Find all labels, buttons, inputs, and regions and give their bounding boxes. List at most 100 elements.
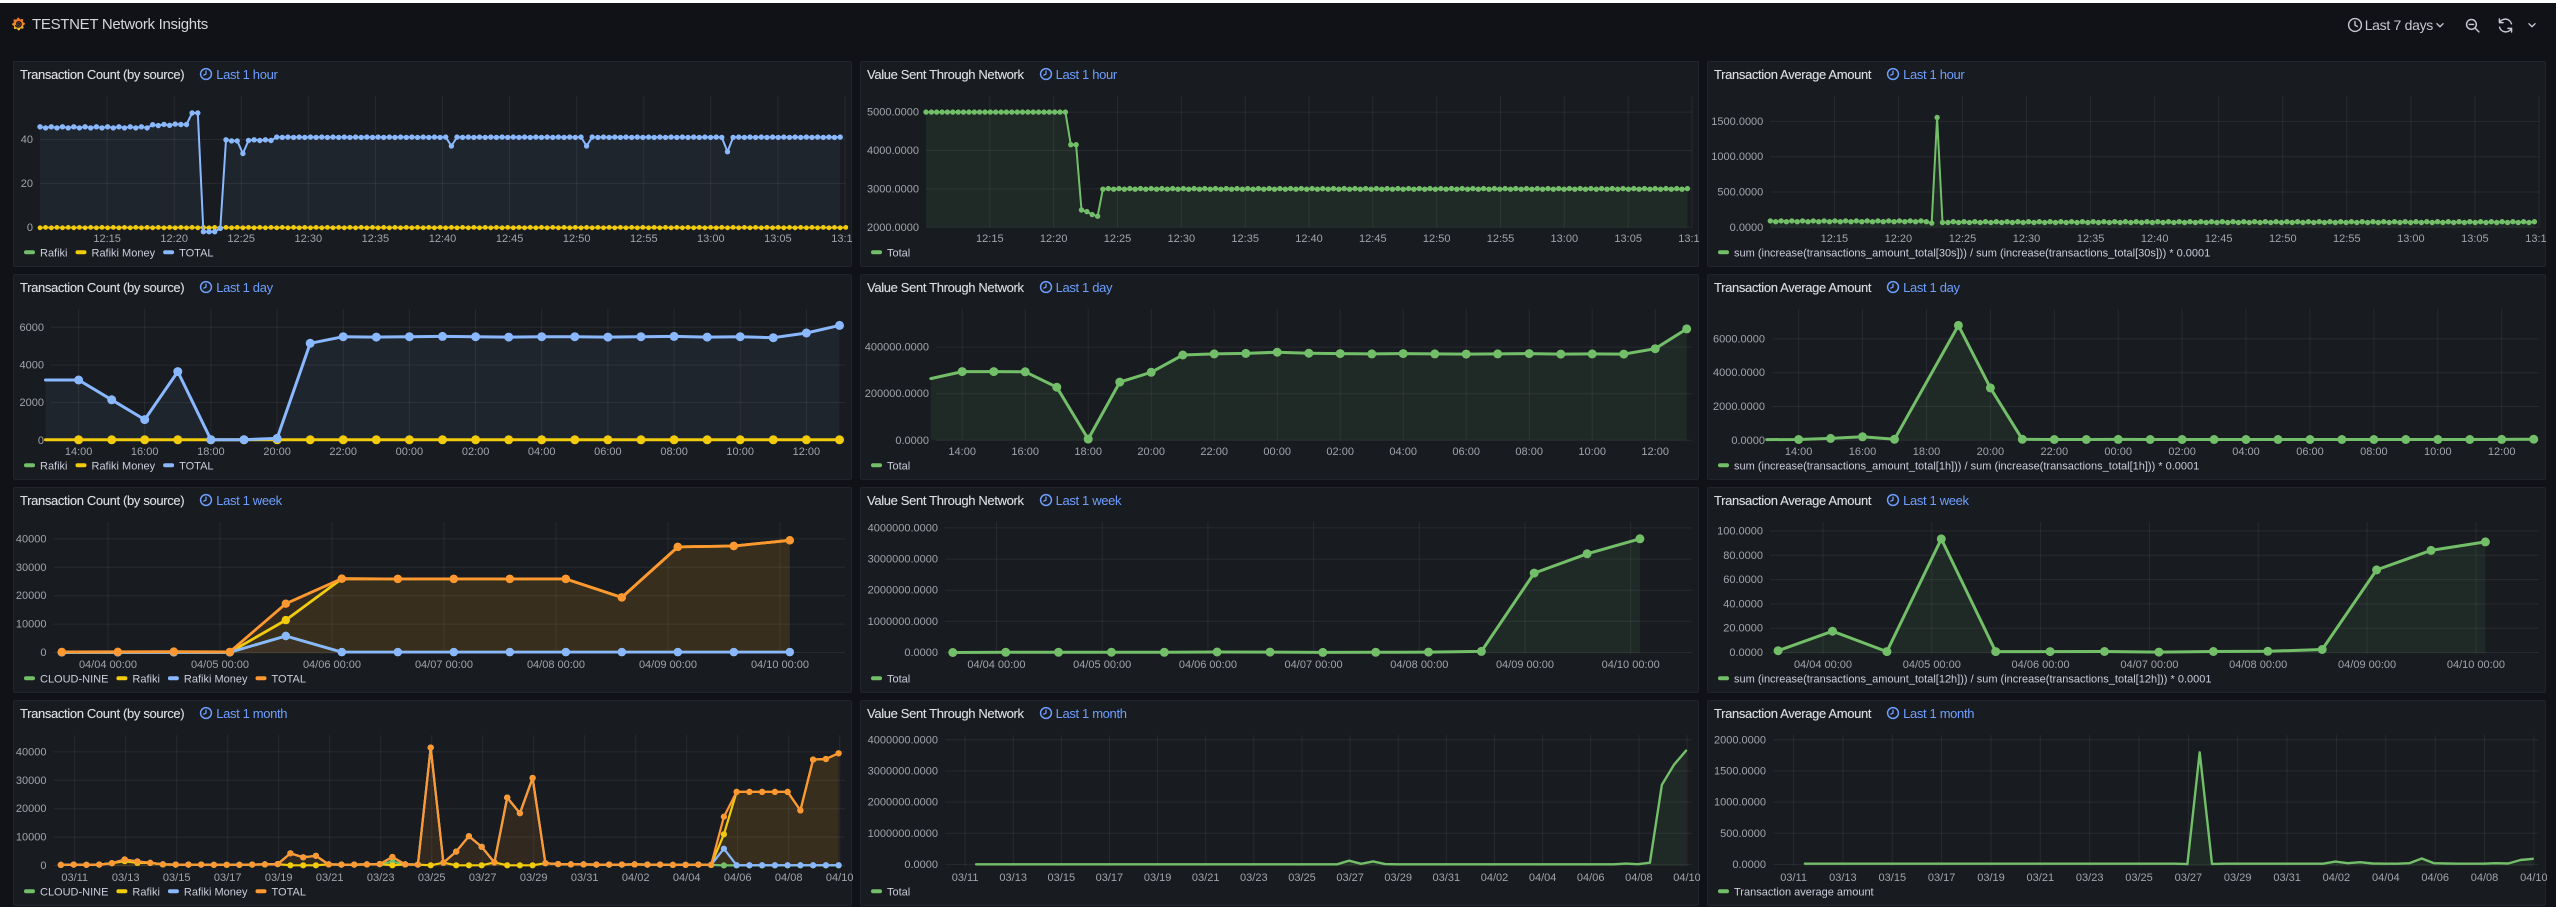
svg-text:14:00: 14:00 — [1785, 446, 1813, 458]
svg-text:08:00: 08:00 — [1515, 446, 1543, 458]
svg-text:03/15: 03/15 — [1879, 872, 1907, 884]
svg-text:12:25: 12:25 — [1949, 233, 1977, 245]
svg-text:0.0000: 0.0000 — [1732, 859, 1766, 871]
svg-text:04:00: 04:00 — [528, 446, 556, 458]
svg-text:3000000.0000: 3000000.0000 — [868, 766, 938, 778]
svg-text:03/15: 03/15 — [163, 872, 191, 884]
svg-text:Rafiki: Rafiki — [132, 673, 160, 685]
svg-text:03/27: 03/27 — [469, 872, 497, 884]
svg-text:2000.0000: 2000.0000 — [1713, 401, 1765, 413]
svg-text:06:00: 06:00 — [594, 446, 622, 458]
svg-text:TOTAL: TOTAL — [179, 247, 213, 259]
svg-text:40.0000: 40.0000 — [1723, 598, 1763, 610]
svg-text:12:45: 12:45 — [496, 233, 524, 245]
svg-text:22:00: 22:00 — [1200, 446, 1228, 458]
svg-text:Rafiki: Rafiki — [40, 247, 68, 259]
svg-text:04/09 00:00: 04/09 00:00 — [639, 659, 697, 671]
svg-text:20:00: 20:00 — [1977, 446, 2005, 458]
svg-text:12:30: 12:30 — [1168, 233, 1196, 245]
svg-text:13:05: 13:05 — [2461, 233, 2489, 245]
svg-text:5000.0000: 5000.0000 — [867, 107, 919, 119]
svg-text:02:00: 02:00 — [462, 446, 490, 458]
svg-text:04/02: 04/02 — [1481, 872, 1509, 884]
svg-text:0.0000: 0.0000 — [895, 435, 929, 447]
svg-text:13:00: 13:00 — [697, 233, 725, 245]
svg-text:06:00: 06:00 — [2296, 446, 2324, 458]
svg-text:20: 20 — [21, 178, 33, 190]
svg-text:03/17: 03/17 — [214, 872, 242, 884]
svg-text:10:00: 10:00 — [1578, 446, 1606, 458]
svg-text:100.0000: 100.0000 — [1717, 526, 1763, 538]
svg-text:Total: Total — [887, 460, 910, 472]
svg-text:12:35: 12:35 — [1231, 233, 1259, 245]
svg-text:12:35: 12:35 — [2077, 233, 2105, 245]
svg-text:13:10: 13:10 — [831, 233, 853, 245]
svg-text:TOTAL: TOTAL — [272, 886, 306, 898]
svg-text:0.0000: 0.0000 — [1729, 647, 1763, 659]
svg-text:Transaction average amount: Transaction average amount — [1734, 886, 1874, 898]
svg-text:3000000.0000: 3000000.0000 — [868, 554, 938, 566]
svg-text:04/06: 04/06 — [724, 872, 752, 884]
svg-text:4000: 4000 — [20, 360, 44, 372]
svg-text:03/19: 03/19 — [1977, 872, 2005, 884]
svg-text:60.0000: 60.0000 — [1723, 574, 1763, 586]
svg-text:04:00: 04:00 — [1389, 446, 1417, 458]
svg-text:12:55: 12:55 — [1487, 233, 1515, 245]
svg-text:03/15: 03/15 — [1048, 872, 1076, 884]
svg-text:04/05 00:00: 04/05 00:00 — [1903, 659, 1961, 671]
svg-text:04/10: 04/10 — [1673, 872, 1700, 884]
svg-text:03/23: 03/23 — [1240, 872, 1268, 884]
svg-text:10000: 10000 — [16, 832, 47, 844]
svg-text:12:25: 12:25 — [1104, 233, 1132, 245]
svg-text:20.0000: 20.0000 — [1723, 623, 1763, 635]
svg-text:12:30: 12:30 — [295, 233, 323, 245]
svg-text:03/17: 03/17 — [1096, 872, 1124, 884]
svg-text:04/07 00:00: 04/07 00:00 — [1285, 659, 1343, 671]
svg-text:500.0000: 500.0000 — [1720, 828, 1766, 840]
svg-text:40000: 40000 — [16, 746, 47, 758]
svg-text:04/04: 04/04 — [1529, 872, 1557, 884]
svg-text:6000.0000: 6000.0000 — [1713, 333, 1765, 345]
svg-text:12:30: 12:30 — [2013, 233, 2041, 245]
svg-text:04/06 00:00: 04/06 00:00 — [303, 659, 361, 671]
svg-text:12:00: 12:00 — [1641, 446, 1669, 458]
svg-text:18:00: 18:00 — [1074, 446, 1102, 458]
svg-text:03/13: 03/13 — [112, 872, 140, 884]
svg-text:03/17: 03/17 — [1928, 872, 1956, 884]
svg-text:13:05: 13:05 — [764, 233, 792, 245]
svg-text:10:00: 10:00 — [726, 446, 754, 458]
svg-text:40: 40 — [21, 134, 33, 146]
svg-text:CLOUD-NINE: CLOUD-NINE — [40, 673, 108, 685]
svg-text:0: 0 — [38, 435, 44, 447]
svg-text:12:50: 12:50 — [2269, 233, 2297, 245]
svg-text:04/08: 04/08 — [1625, 872, 1653, 884]
svg-text:2000.0000: 2000.0000 — [1714, 734, 1766, 746]
svg-text:20000: 20000 — [16, 803, 47, 815]
svg-text:08:00: 08:00 — [2360, 446, 2388, 458]
svg-text:04/10 00:00: 04/10 00:00 — [751, 659, 809, 671]
svg-text:12:40: 12:40 — [2141, 233, 2169, 245]
svg-text:Total: Total — [887, 247, 910, 259]
svg-text:04:00: 04:00 — [2232, 446, 2260, 458]
svg-text:12:50: 12:50 — [1423, 233, 1451, 245]
svg-text:03/27: 03/27 — [1336, 872, 1364, 884]
svg-text:sum (increase(transactions_amo: sum (increase(transactions_amount_total[… — [1734, 247, 2210, 259]
svg-text:TOTAL: TOTAL — [272, 673, 306, 685]
svg-text:12:45: 12:45 — [1359, 233, 1387, 245]
svg-text:0: 0 — [40, 647, 46, 659]
svg-text:03/29: 03/29 — [2224, 872, 2252, 884]
svg-text:04/06: 04/06 — [1577, 872, 1605, 884]
svg-text:1500.0000: 1500.0000 — [1714, 766, 1766, 778]
svg-text:Total: Total — [887, 886, 910, 898]
svg-text:16:00: 16:00 — [131, 446, 159, 458]
svg-text:02:00: 02:00 — [1326, 446, 1354, 458]
svg-text:0: 0 — [27, 222, 33, 234]
svg-text:12:45: 12:45 — [2205, 233, 2233, 245]
svg-text:30000: 30000 — [16, 775, 47, 787]
svg-text:04/10: 04/10 — [826, 872, 853, 884]
svg-text:03/11: 03/11 — [1780, 872, 1807, 884]
svg-text:04/08: 04/08 — [775, 872, 803, 884]
svg-text:Rafiki: Rafiki — [132, 886, 160, 898]
svg-text:04/10: 04/10 — [2520, 872, 2547, 884]
svg-text:04/09 00:00: 04/09 00:00 — [2338, 659, 2396, 671]
